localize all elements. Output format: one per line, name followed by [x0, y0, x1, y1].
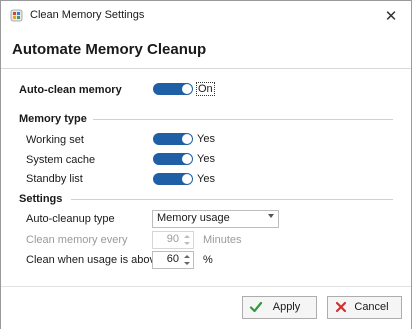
arrow-down-icon — [184, 262, 190, 265]
header-area: Automate Memory Cleanup — [1, 31, 411, 69]
settings-heading: Settings — [19, 193, 63, 205]
arrow-down-icon — [184, 242, 190, 245]
usage-above-label: Clean when usage is above — [26, 254, 162, 266]
memory-type-heading: Memory type — [19, 113, 87, 125]
arrow-up-icon — [184, 255, 190, 258]
settings-divider — [71, 199, 393, 200]
usage-above-unit: % — [203, 254, 213, 266]
clean-every-stepper[interactable]: 90 — [152, 231, 194, 249]
auto-clean-toggle[interactable] — [153, 83, 193, 95]
usage-above-value: 60 — [166, 253, 179, 265]
page-title: Automate Memory Cleanup — [12, 41, 207, 58]
close-icon: ✕ — [384, 8, 398, 25]
standby-list-toggle[interactable] — [153, 173, 193, 185]
clean-every-value: 90 — [166, 233, 179, 245]
usage-above-stepper[interactable]: 60 — [152, 251, 194, 269]
apply-label: Apply — [272, 301, 301, 313]
working-set-toggle[interactable] — [153, 133, 193, 145]
apply-button[interactable]: Apply — [242, 296, 317, 319]
toggle-knob — [182, 134, 192, 144]
system-cache-toggle[interactable] — [153, 153, 193, 165]
toggle-knob — [182, 154, 192, 164]
chevron-down-icon — [268, 214, 274, 218]
title-bar: Clean Memory Settings ✕ — [1, 1, 411, 31]
cancel-label: Cancel — [354, 301, 389, 313]
system-cache-label: System cache — [26, 154, 96, 166]
memory-cleaner-icon — [10, 9, 23, 22]
cleanup-type-value: Memory usage — [157, 212, 230, 224]
working-set-state: Yes — [197, 133, 215, 145]
memory-type-divider — [93, 119, 393, 120]
dialog-window: Clean Memory Settings ✕ Automate Memory … — [0, 0, 412, 329]
stepper-arrows — [183, 253, 191, 267]
clean-every-label: Clean memory every — [26, 234, 128, 246]
cleanup-type-label: Auto-cleanup type — [26, 213, 115, 225]
cancel-button[interactable]: Cancel — [327, 296, 402, 319]
dialog-footer: Apply Cancel — [1, 286, 411, 329]
working-set-label: Working set — [26, 134, 84, 146]
window-title: Clean Memory Settings — [30, 9, 145, 21]
standby-list-state: Yes — [197, 173, 215, 185]
close-button[interactable]: ✕ — [373, 2, 409, 30]
auto-clean-label: Auto-clean memory — [19, 84, 122, 96]
standby-list-label: Standby list — [26, 173, 83, 185]
stepper-arrows — [183, 233, 191, 247]
cleanup-type-dropdown[interactable]: Memory usage — [152, 210, 279, 228]
clean-every-unit: Minutes — [203, 234, 242, 246]
toggle-knob — [182, 174, 192, 184]
arrow-up-icon — [184, 235, 190, 238]
system-cache-state: Yes — [197, 153, 215, 165]
toggle-knob — [182, 84, 192, 94]
auto-clean-state: On — [196, 82, 215, 96]
